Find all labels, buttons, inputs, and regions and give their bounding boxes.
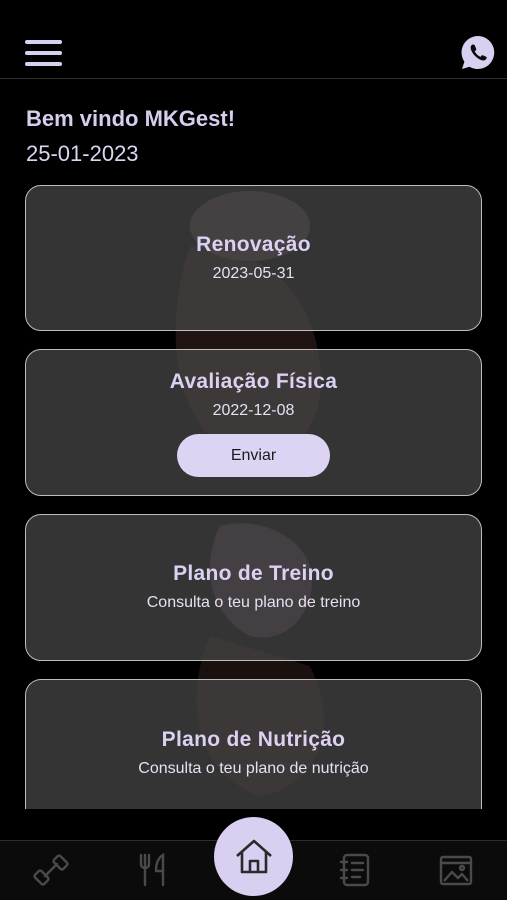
send-button[interactable]: Enviar: [177, 434, 330, 477]
home-icon: [235, 839, 272, 873]
training-plan-card[interactable]: Plano de Treino Consulta o teu plano de …: [25, 514, 482, 661]
renewal-card[interactable]: Renovação 2023-05-31: [25, 185, 482, 331]
menu-bar-line: [25, 51, 62, 55]
card-title: Plano de Nutrição: [161, 728, 346, 751]
card-title: Renovação: [196, 233, 311, 256]
top-bar: [0, 0, 507, 79]
menu-bar-line: [25, 40, 62, 44]
card-subtitle: Consulta o teu plano de treino: [146, 594, 361, 611]
dumbbell-icon[interactable]: [33, 852, 69, 888]
whatsapp-icon[interactable]: [459, 34, 497, 72]
current-date: 25-01-2023: [26, 141, 139, 166]
assessment-date: 2022-12-08: [212, 402, 295, 419]
nutrition-plan-card[interactable]: Plano de Nutrição Consulta o teu plano d…: [25, 679, 482, 809]
gallery-icon[interactable]: [438, 852, 474, 888]
card-subtitle: Consulta o teu plano de nutrição: [138, 760, 369, 777]
fork-knife-icon[interactable]: [135, 852, 171, 888]
notebook-icon[interactable]: [337, 852, 373, 888]
physical-assessment-card[interactable]: Avaliação Física 2022-12-08 Enviar: [25, 349, 482, 496]
renewal-date: 2023-05-31: [212, 265, 295, 282]
card-title: Plano de Treino: [173, 562, 334, 585]
card-title: Avaliação Física: [169, 370, 338, 393]
menu-button[interactable]: [25, 40, 62, 66]
home-button[interactable]: [214, 817, 293, 896]
menu-bar-line: [25, 62, 62, 66]
welcome-message: Bem vindo MKGest!: [26, 106, 236, 131]
